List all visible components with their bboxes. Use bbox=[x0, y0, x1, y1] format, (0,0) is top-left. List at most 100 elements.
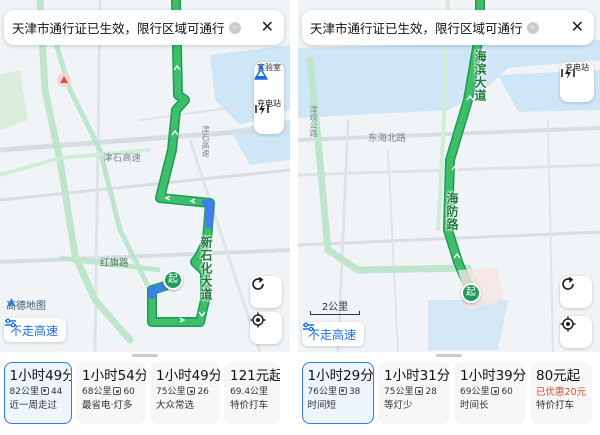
map-scale: 2公里 bbox=[310, 298, 360, 315]
refresh-icon bbox=[562, 276, 574, 290]
charging-station-button[interactable]: 充电站 bbox=[560, 62, 594, 102]
traffic-light-icon bbox=[415, 387, 424, 395]
map-label-jinqi: 津歧公路 bbox=[309, 105, 318, 137]
route-cards: 1小时49分 82公里 44 近一周走过 1小时54分 68公里 60 最省电·灯多… bbox=[4, 362, 280, 424]
chevron-right-icon[interactable]: › bbox=[228, 21, 241, 34]
route-time: 1小时54分 bbox=[82, 368, 146, 384]
taxi-discount: 已优惠20元 bbox=[536, 387, 587, 398]
notice-text: 天津市通行证已生效，限行区域可通行 bbox=[12, 21, 225, 36]
taxi-distance: 69.4公里 bbox=[230, 387, 269, 397]
map-label-highway: 津石高速 bbox=[201, 125, 210, 157]
taxi-tag: 特价打车 bbox=[536, 400, 575, 411]
map-view[interactable]: 东海北路 津歧公路 海滨大道 海防路 起 天津市通行证已生效，限行区域可通行 ›… bbox=[298, 0, 600, 352]
locate-icon bbox=[560, 316, 576, 332]
route-lights: 44 bbox=[50, 386, 63, 397]
left-navigation-panel: 津石高速 红旗路 津石高速 新石化大道 起 天津市通行证已生效，限行区域可通行 … bbox=[0, 0, 290, 435]
refresh-route-button[interactable] bbox=[560, 276, 592, 308]
traffic-light-icon bbox=[338, 386, 347, 395]
settings-sliders-icon bbox=[5, 318, 16, 328]
route-lights: 28 bbox=[425, 387, 437, 397]
taxi-card[interactable]: 121元起 69.4公里 特价打车 bbox=[224, 362, 280, 424]
map-label-jinshi: 津石高速 bbox=[103, 153, 142, 164]
route-distance: 82公里 bbox=[9, 386, 39, 397]
avoid-highway-button[interactable]: 不走高速 bbox=[4, 318, 67, 342]
route-meta: 75公里 28 bbox=[384, 386, 445, 399]
road-label-xinshi: 新石化大道 bbox=[199, 236, 213, 301]
amap-logo: 高德地图 bbox=[6, 297, 46, 312]
traffic-light-icon bbox=[40, 386, 49, 395]
taxi-tag: 特价打车 bbox=[230, 400, 269, 411]
route-tag: 近一周走过 bbox=[9, 399, 58, 411]
route-distance: 75公里 bbox=[156, 387, 186, 397]
avoid-highway-label: 不走高速 bbox=[10, 323, 59, 338]
refresh-route-button[interactable] bbox=[250, 276, 282, 308]
taxi-price: 80元起 bbox=[536, 368, 581, 384]
route-meta: 76公里 38 bbox=[308, 386, 370, 399]
map-label-donghai: 东海北路 bbox=[368, 133, 407, 144]
route-time: 1小时49分 bbox=[156, 368, 220, 384]
route-time: 1小时31分 bbox=[384, 368, 450, 384]
route-card[interactable]: 1小时31分 75公里 28 等灯少 bbox=[378, 362, 450, 424]
route-lights: 60 bbox=[123, 387, 135, 397]
route-options-sheet: 1小时29分 76公里 38 时间短 1小时31分 75公里 28 等灯少 1小时3… bbox=[298, 352, 600, 435]
start-point-marker[interactable]: 起 bbox=[163, 270, 183, 290]
close-icon[interactable]: ✕ bbox=[261, 18, 274, 36]
route-card[interactable]: 1小时54分 68公里 60 最省电·灯多 bbox=[76, 362, 146, 424]
map-tools-group: 实验室 充电站 bbox=[254, 62, 284, 134]
notice-text: 天津市通行证已生效，限行区域可通行 bbox=[310, 21, 523, 36]
road-label-haibin: 海滨大道 bbox=[473, 50, 487, 102]
map-view[interactable]: 津石高速 红旗路 津石高速 新石化大道 起 天津市通行证已生效，限行区域可通行 … bbox=[0, 0, 290, 352]
close-icon[interactable]: ✕ bbox=[571, 18, 584, 36]
route-tag: 时间长 bbox=[460, 400, 489, 411]
route-time: 1小时29分 bbox=[307, 367, 374, 384]
start-point-marker[interactable]: 起 bbox=[461, 283, 481, 303]
road-label-haifang: 海防路 bbox=[445, 192, 459, 231]
refresh-icon bbox=[252, 276, 264, 290]
sheet-drag-handle[interactable] bbox=[132, 354, 158, 357]
route-card[interactable]: 1小时49分 75公里 26 大众常选 bbox=[150, 362, 220, 424]
permit-notice-banner[interactable]: 天津市通行证已生效，限行区域可通行 › ✕ bbox=[4, 10, 284, 45]
route-distance: 75公里 bbox=[384, 387, 414, 397]
traffic-light-icon bbox=[187, 387, 196, 395]
route-card[interactable]: 1小时29分 76公里 38 时间短 bbox=[302, 362, 374, 424]
lab-button[interactable]: 实验室 bbox=[254, 62, 284, 98]
charging-station-button[interactable]: 充电站 bbox=[254, 98, 284, 134]
route-meta: 69公里 60 bbox=[460, 386, 521, 399]
route-lights: 60 bbox=[501, 387, 513, 397]
charging-station-item: 充电站 bbox=[560, 62, 594, 98]
permit-notice-banner[interactable]: 天津市通行证已生效，限行区域可通行 › ✕ bbox=[302, 10, 594, 45]
avoid-highway-button[interactable]: 不走高速 bbox=[302, 322, 365, 346]
charging-station-icon bbox=[561, 67, 575, 79]
navigation-arrow-icon bbox=[7, 298, 16, 307]
route-card[interactable]: 1小时39分 69公里 60 时间长 bbox=[454, 362, 526, 424]
locate-me-button[interactable] bbox=[250, 312, 282, 344]
right-navigation-panel: 东海北路 津歧公路 海滨大道 海防路 起 天津市通行证已生效，限行区域可通行 ›… bbox=[298, 0, 600, 435]
route-lights: 38 bbox=[348, 386, 361, 397]
locate-me-button[interactable] bbox=[560, 316, 592, 348]
avoid-highway-label: 不走高速 bbox=[308, 327, 357, 342]
route-time: 1小时49分 bbox=[9, 367, 72, 384]
route-meta: 68公里 60 bbox=[82, 386, 141, 399]
route-tag: 大众常选 bbox=[156, 400, 195, 411]
taxi-card[interactable]: 80元起 已优惠20元 特价打车 bbox=[530, 362, 592, 424]
route-time: 1小时39分 bbox=[460, 368, 526, 384]
locate-icon bbox=[250, 312, 266, 328]
route-distance: 76公里 bbox=[307, 386, 337, 397]
scale-bar bbox=[310, 311, 360, 315]
route-distance: 68公里 bbox=[82, 387, 112, 397]
charging-station-icon bbox=[255, 103, 269, 115]
route-card[interactable]: 1小时49分 82公里 44 近一周走过 bbox=[4, 362, 72, 424]
route-distance: 69公里 bbox=[460, 387, 490, 397]
flask-icon bbox=[254, 65, 268, 80]
route-options-sheet: 1小时49分 82公里 44 近一周走过 1小时54分 68公里 60 最省电·灯多… bbox=[0, 352, 290, 435]
route-meta: 82公里 44 bbox=[10, 386, 68, 399]
route-tag: 等灯少 bbox=[384, 400, 413, 411]
route-lights: 26 bbox=[197, 387, 209, 397]
chevron-right-icon[interactable]: › bbox=[526, 21, 539, 34]
route-meta: 75公里 26 bbox=[156, 386, 215, 399]
map-label-hongqi: 红旗路 bbox=[100, 258, 129, 269]
taxi-price: 121元起 bbox=[230, 368, 280, 384]
sheet-drag-handle[interactable] bbox=[436, 354, 462, 357]
traffic-light-icon bbox=[491, 387, 500, 395]
route-tag: 最省电·灯多 bbox=[82, 400, 133, 411]
